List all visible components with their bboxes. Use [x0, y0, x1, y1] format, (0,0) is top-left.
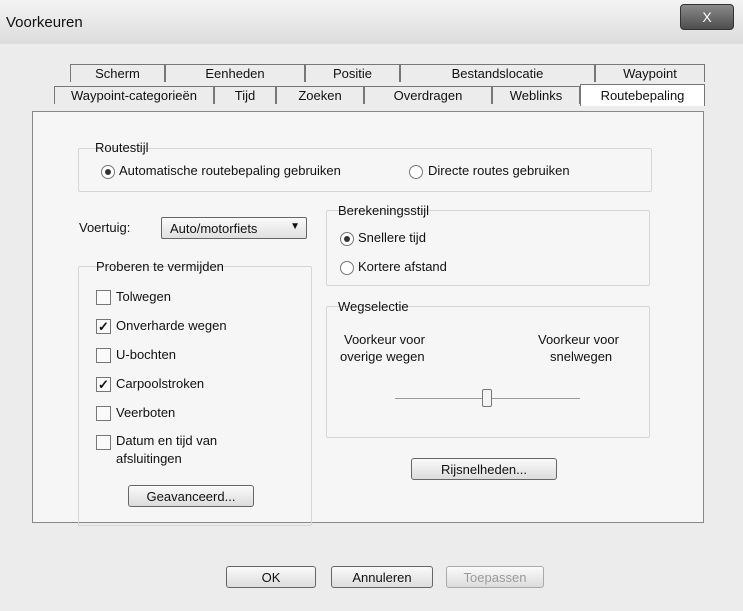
checkbox-onverharde-wegen-label[interactable]: Onverharde wegen [116, 318, 227, 333]
voertuig-value: Auto/motorfiets [170, 221, 258, 236]
slider-left-label-1: Voorkeur voor [344, 332, 425, 347]
slider-left-label-2: overige wegen [340, 349, 425, 364]
tab-waypoint[interactable]: Waypoint [595, 64, 705, 82]
checkbox-carpoolstroken-label[interactable]: Carpoolstroken [116, 376, 204, 391]
tab-label: Positie [332, 66, 373, 81]
tab-routebepaling[interactable]: Routebepaling [580, 84, 705, 106]
tab-label: Tijd [234, 88, 256, 103]
vermijden-label: Proberen te vermijden [96, 259, 224, 274]
tab-zoeken[interactable]: Zoeken [276, 86, 364, 104]
tab-label: Bestandslocatie [451, 66, 544, 81]
tab-waypoint-categorieen[interactable]: Waypoint-categorieën [54, 86, 214, 104]
button-label: OK [261, 570, 281, 585]
voertuig-select[interactable]: Auto/motorfiets ▼ [161, 217, 307, 239]
button-label: Geavanceerd... [146, 489, 236, 504]
rijsnelheden-button[interactable]: Rijsnelheden... [411, 458, 557, 480]
ok-button[interactable]: OK [226, 566, 316, 588]
slider-right-label-1: Voorkeur voor [538, 332, 619, 347]
radio-kortere-afstand-label[interactable]: Kortere afstand [358, 259, 447, 274]
tab-label: Weblinks [509, 88, 563, 103]
checkbox-tolwegen[interactable] [96, 290, 111, 305]
berekeningsstijl-group [326, 210, 650, 286]
tab-label: Overdragen [393, 88, 463, 103]
close-icon: X [702, 9, 712, 25]
tab-label: Waypoint-categorieën [71, 88, 197, 103]
chevron-down-icon: ▼ [290, 221, 300, 232]
voertuig-label: Voertuig: [79, 220, 131, 235]
checkbox-carpoolstroken[interactable]: ✓ [96, 377, 111, 392]
radio-kortere-afstand[interactable] [340, 261, 354, 275]
tab-eenheden[interactable]: Eenheden [165, 64, 305, 82]
radio-direct-routes[interactable] [409, 165, 423, 179]
button-label: Rijsnelheden... [441, 462, 527, 477]
tab-bestandslocatie[interactable]: Bestandslocatie [400, 64, 595, 82]
checkbox-onverharde-wegen[interactable]: ✓ [96, 319, 111, 334]
slider-right-label-2: snelwegen [550, 349, 613, 364]
radio-auto-routing-label[interactable]: Automatische routebepaling gebruiken [119, 163, 341, 178]
checkbox-afsluitingen-label-2[interactable]: afsluitingen [116, 451, 182, 466]
berekeningsstijl-label: Berekeningsstijl [338, 203, 430, 218]
tab-label: Eenheden [205, 66, 265, 81]
wegselectie-group [326, 306, 650, 438]
wegselectie-slider-thumb[interactable] [482, 389, 492, 407]
geavanceerd-button[interactable]: Geavanceerd... [128, 485, 254, 507]
button-label: Annuleren [352, 570, 412, 585]
wegselectie-label: Wegselectie [338, 299, 409, 314]
title-bar: Voorkeuren X [0, 0, 743, 44]
window-title: Voorkeuren [6, 14, 83, 31]
checkbox-u-bochten[interactable] [96, 348, 111, 363]
radio-auto-routing[interactable] [101, 165, 115, 179]
close-button[interactable]: X [680, 4, 734, 30]
tab-positie[interactable]: Positie [305, 64, 400, 82]
tab-tijd[interactable]: Tijd [214, 86, 276, 104]
cancel-button[interactable]: Annuleren [331, 566, 433, 588]
tab-label: Routebepaling [600, 88, 685, 103]
checkbox-afsluitingen[interactable] [96, 435, 111, 450]
apply-button[interactable]: Toepassen [446, 566, 544, 588]
routestijl-label: Routestijl [95, 140, 149, 155]
tab-overdragen[interactable]: Overdragen [364, 86, 492, 104]
tab-label: Scherm [95, 66, 140, 81]
tab-scherm[interactable]: Scherm [70, 64, 165, 82]
checkbox-veerboten[interactable] [96, 406, 111, 421]
checkbox-veerboten-label[interactable]: Veerboten [116, 405, 175, 420]
tab-label: Zoeken [298, 88, 342, 103]
button-label: Toepassen [463, 570, 527, 585]
tab-weblinks[interactable]: Weblinks [492, 86, 580, 104]
radio-direct-routes-label[interactable]: Directe routes gebruiken [428, 163, 570, 178]
checkbox-u-bochten-label[interactable]: U-bochten [116, 347, 176, 362]
radio-snellere-tijd-label[interactable]: Snellere tijd [358, 230, 426, 245]
checkbox-tolwegen-label[interactable]: Tolwegen [116, 289, 171, 304]
radio-snellere-tijd[interactable] [340, 232, 354, 246]
tab-label: Waypoint [623, 66, 677, 81]
checkbox-afsluitingen-label[interactable]: Datum en tijd van [116, 433, 217, 448]
